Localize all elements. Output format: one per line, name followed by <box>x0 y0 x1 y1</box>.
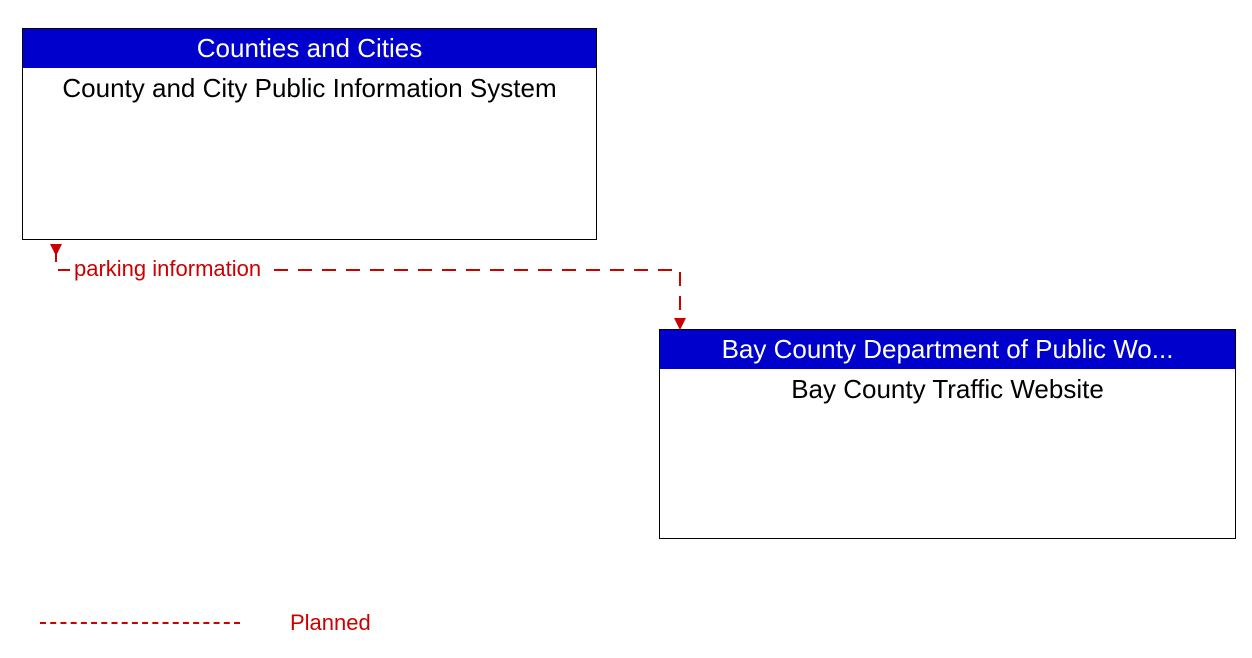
entity-box-top: Counties and Cities County and City Publ… <box>22 28 597 240</box>
flow-label: parking information <box>70 256 265 282</box>
entity-box-bottom: Bay County Department of Public Wo... Ba… <box>659 329 1236 539</box>
entity-header-bottom: Bay County Department of Public Wo... <box>660 330 1235 369</box>
entity-header-top: Counties and Cities <box>23 29 596 68</box>
legend-label-planned: Planned <box>290 610 371 636</box>
legend-line-planned <box>40 622 240 624</box>
entity-body-bottom: Bay County Traffic Website <box>660 369 1235 411</box>
entity-body-top: County and City Public Information Syste… <box>23 68 596 110</box>
